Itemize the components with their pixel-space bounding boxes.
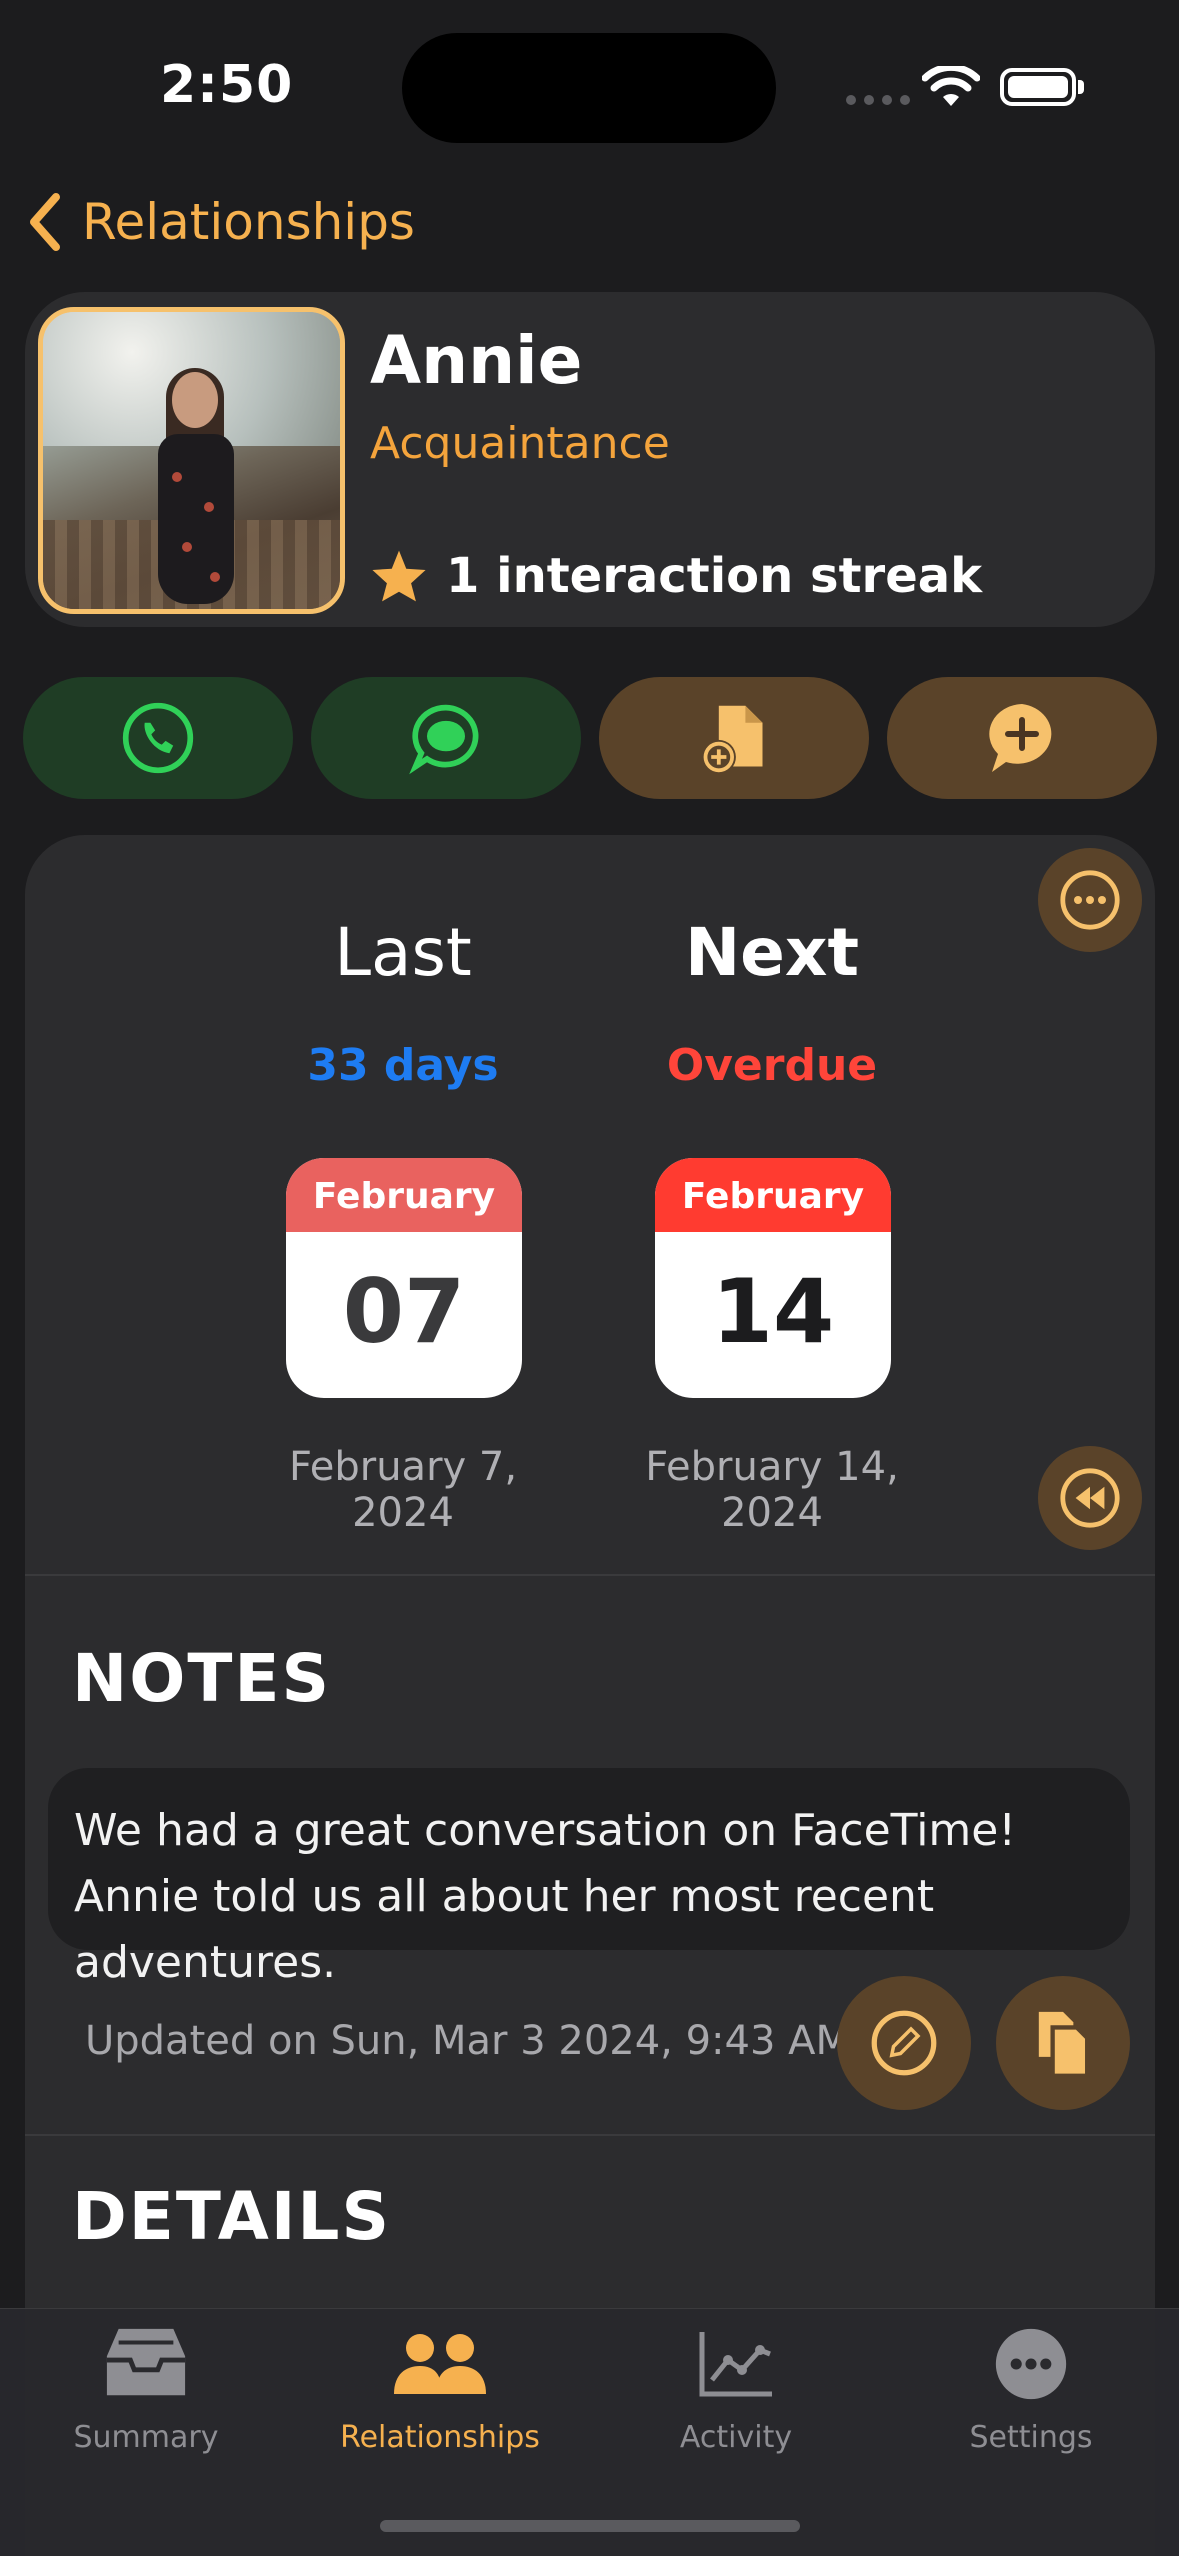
next-status: Overdue bbox=[666, 1040, 878, 1091]
back-label: Relationships bbox=[82, 193, 415, 251]
wifi-icon bbox=[922, 66, 980, 106]
tab-label: Relationships bbox=[340, 2420, 540, 2455]
tab-settings[interactable]: Settings bbox=[901, 2318, 1161, 2455]
message-button[interactable] bbox=[311, 677, 581, 799]
copy-note-button[interactable] bbox=[996, 1976, 1130, 2110]
rewind-button[interactable] bbox=[1038, 1446, 1142, 1550]
rewind-circle-icon bbox=[1060, 1468, 1120, 1528]
last-day: 07 bbox=[342, 1260, 466, 1363]
more-options-button[interactable] bbox=[1038, 848, 1142, 952]
dynamic-island bbox=[402, 33, 776, 143]
section-divider-2 bbox=[25, 2134, 1155, 2136]
tab-relationships[interactable]: Relationships bbox=[310, 2318, 570, 2455]
add-comment-button[interactable] bbox=[887, 677, 1157, 799]
next-month: February bbox=[655, 1158, 891, 1232]
chevron-left-icon bbox=[30, 193, 60, 251]
streak-label: 1 interaction streak bbox=[446, 548, 983, 604]
note-text[interactable]: We had a great conversation on FaceTime!… bbox=[48, 1768, 1130, 1988]
add-note-button[interactable] bbox=[599, 677, 869, 799]
last-date-calendar[interactable]: February 07 bbox=[286, 1158, 522, 1398]
contact-name: Annie bbox=[370, 322, 583, 399]
next-day: 14 bbox=[711, 1260, 835, 1363]
copy-icon bbox=[1038, 2011, 1090, 2078]
tab-activity[interactable]: Activity bbox=[606, 2318, 866, 2455]
last-status: 33 days bbox=[307, 1040, 499, 1091]
relationship-type[interactable]: Acquaintance bbox=[370, 418, 670, 469]
tray-icon bbox=[106, 2328, 186, 2396]
avatar[interactable] bbox=[38, 307, 345, 614]
add-comment-icon bbox=[989, 704, 1052, 772]
back-button[interactable]: Relationships bbox=[26, 192, 415, 252]
star-icon bbox=[372, 550, 426, 602]
next-heading: Next bbox=[684, 914, 860, 991]
battery-cap bbox=[1078, 80, 1084, 94]
last-date-label: February 7, 2024 bbox=[288, 1444, 518, 1536]
notes-title: NOTES bbox=[72, 1640, 331, 1717]
next-date-label: February 14, 2024 bbox=[645, 1444, 899, 1536]
next-date-calendar[interactable]: February 14 bbox=[655, 1158, 891, 1398]
cellular-signal-icon bbox=[846, 95, 910, 105]
last-month: February bbox=[286, 1158, 522, 1232]
ellipsis-circle-icon bbox=[1060, 870, 1120, 930]
status-time: 2:50 bbox=[160, 55, 294, 115]
pencil-circle-icon bbox=[871, 2010, 937, 2076]
message-icon bbox=[409, 704, 479, 775]
people-icon bbox=[394, 2334, 486, 2394]
chart-icon bbox=[699, 2332, 772, 2397]
streak-row: 1 interaction streak bbox=[370, 548, 982, 604]
home-indicator bbox=[380, 2520, 800, 2532]
tab-label: Summary bbox=[73, 2420, 219, 2455]
tab-summary[interactable]: Summary bbox=[16, 2318, 276, 2455]
details-title: DETAILS bbox=[72, 2178, 391, 2255]
battery-icon bbox=[1000, 68, 1076, 106]
note-updated-timestamp: Updated on Sun, Mar 3 2024, 9:43 AM bbox=[85, 2018, 851, 2064]
tab-label: Activity bbox=[679, 2420, 793, 2455]
more-icon bbox=[995, 2328, 1067, 2400]
tab-label: Settings bbox=[969, 2420, 1093, 2455]
section-divider bbox=[25, 1574, 1155, 1576]
edit-note-button[interactable] bbox=[837, 1976, 971, 2110]
add-document-icon bbox=[701, 705, 763, 775]
call-button[interactable] bbox=[23, 677, 293, 799]
last-heading: Last bbox=[334, 914, 472, 991]
phone-icon bbox=[122, 702, 194, 774]
